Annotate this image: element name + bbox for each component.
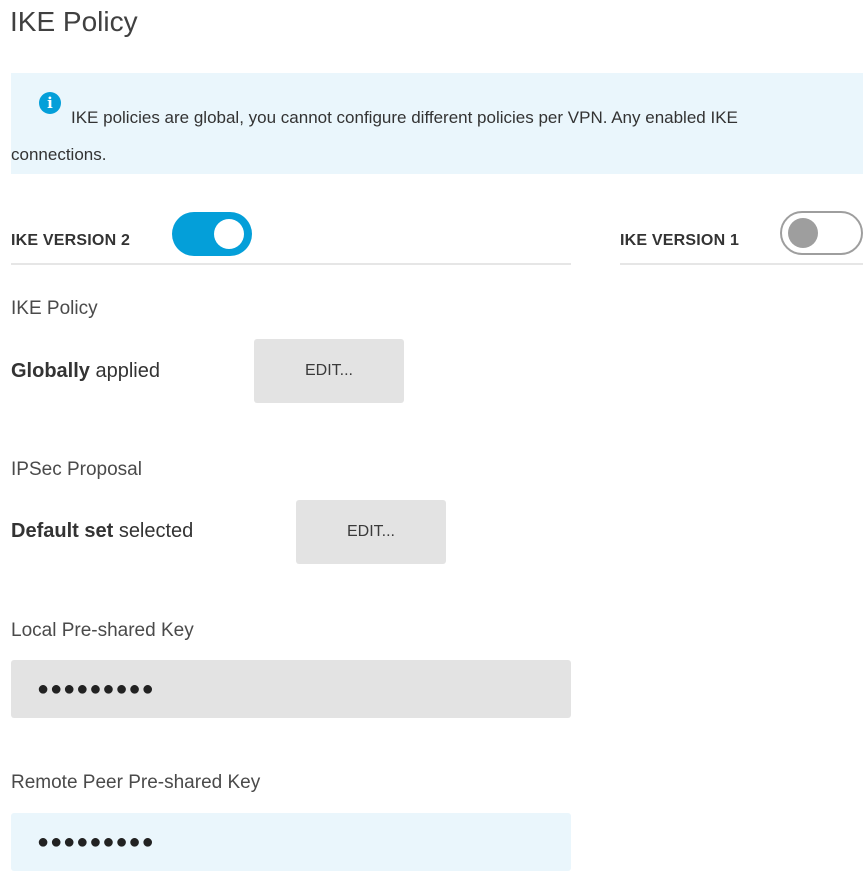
page-title: IKE Policy (10, 6, 138, 37)
ike-policy-status-bold: Globally (11, 360, 90, 382)
info-banner-text: IKE policies are global, you cannot conf… (11, 99, 863, 173)
ike-policy-edit-button[interactable]: EDIT... (254, 339, 404, 403)
info-banner: i IKE policies are global, you cannot co… (11, 73, 863, 174)
remote-key-field[interactable]: ●●●●●●●●● (11, 813, 571, 871)
divider (11, 263, 571, 265)
ipsec-proposal-status: Default set selected (11, 520, 193, 543)
remote-key-label: Remote Peer Pre-shared Key (11, 772, 261, 793)
ike-policy-status-rest: applied (95, 360, 160, 382)
ike-policy-status: Globally applied (11, 360, 160, 383)
ipsec-proposal-edit-button[interactable]: EDIT... (296, 500, 446, 564)
ike-version-1-label: IKE VERSION 1 (620, 232, 740, 249)
toggle-knob (214, 219, 244, 249)
ipsec-proposal-label: IPSec Proposal (11, 459, 142, 480)
ipsec-proposal-status-bold: Default set (11, 520, 114, 542)
info-banner-line-1: IKE policies are global, you cannot conf… (71, 108, 738, 127)
ike-version-2-label: IKE VERSION 2 (11, 232, 131, 249)
ipsec-proposal-status-rest: selected (118, 520, 194, 542)
ike-policy-label: IKE Policy (11, 298, 98, 319)
local-key-label: Local Pre-shared Key (11, 620, 194, 641)
ike-version-2-toggle[interactable] (172, 212, 252, 256)
local-key-field[interactable]: ●●●●●●●●● (11, 660, 571, 718)
ike-version-1-toggle[interactable] (780, 211, 863, 255)
info-banner-line-2: connections. (11, 145, 107, 164)
toggle-knob (788, 218, 818, 248)
divider (620, 263, 863, 265)
